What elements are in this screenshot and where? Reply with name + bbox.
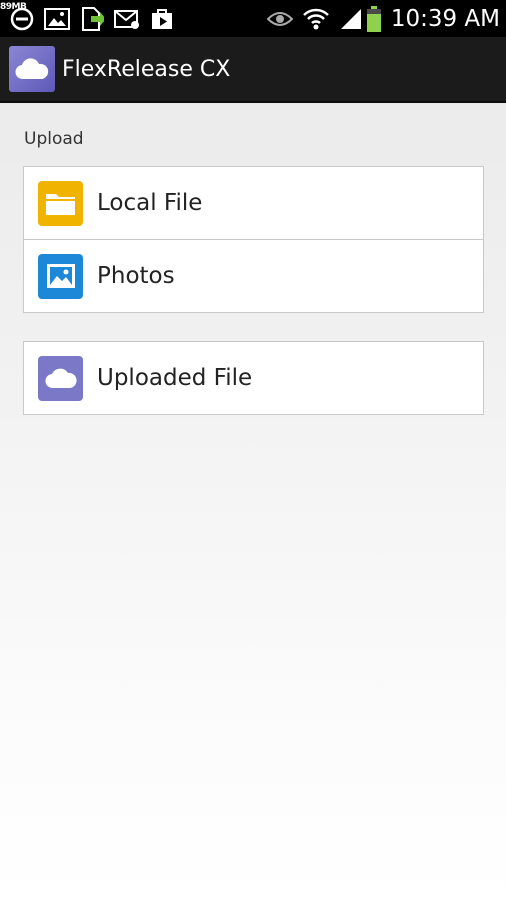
eye-icon [266, 0, 293, 37]
uploaded-file-label: Uploaded File [97, 365, 253, 391]
email-icon [114, 0, 140, 37]
notification-icons [0, 0, 184, 37]
cloud-icon [38, 355, 83, 401]
upload-options-card: Local File Photos [23, 166, 484, 313]
clock: 10:39 AM [390, 5, 500, 32]
upload-section-label: Upload [24, 129, 84, 149]
gallery-icon [44, 0, 70, 37]
local-file-option[interactable]: Local File [24, 167, 483, 239]
play-store-icon [150, 0, 174, 37]
battery-icon [366, 0, 381, 37]
folder-icon [38, 180, 83, 226]
photos-label: Photos [97, 263, 175, 289]
uploaded-file-option[interactable]: Uploaded File [24, 342, 483, 414]
image-icon [38, 253, 83, 299]
download-complete-icon [80, 0, 104, 37]
app-title: FlexRelease CX [62, 56, 231, 82]
local-file-label: Local File [97, 190, 203, 216]
wifi-icon [302, 0, 329, 37]
system-icons: 10:39 AM [266, 0, 506, 37]
status-bar: 89MB 10:39 AM [0, 0, 506, 37]
action-bar: FlexRelease CX [0, 37, 506, 103]
photos-option[interactable]: Photos [24, 239, 483, 312]
uploaded-files-card: Uploaded File [23, 341, 484, 415]
signal-icon [339, 0, 363, 37]
memory-indicator: 89MB [0, 2, 27, 12]
app-logo-icon[interactable] [9, 46, 55, 92]
